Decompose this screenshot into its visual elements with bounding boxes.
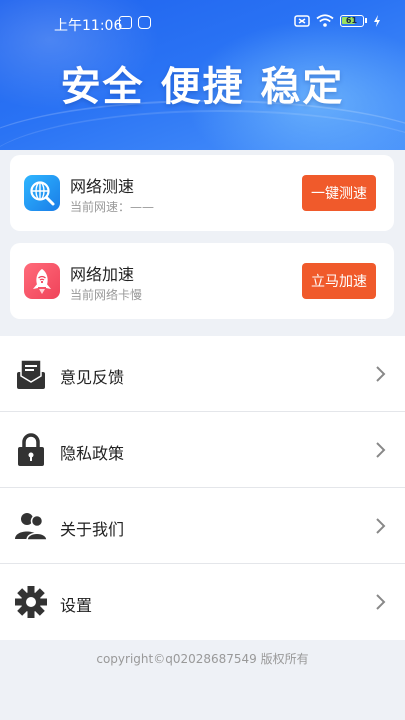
wifi-icon <box>316 14 334 27</box>
status-bar: 上午11:06 61 <box>0 0 405 46</box>
chevron-right-icon <box>376 518 386 534</box>
battery-level: 61 <box>345 15 358 25</box>
notification-app-icon <box>119 16 132 29</box>
status-time: 上午11:06 <box>54 18 123 34</box>
menu-item-about[interactable]: 关于我们 <box>0 488 405 564</box>
battery-icon: 61 <box>340 14 367 27</box>
gear-icon <box>15 586 47 618</box>
menu-item-settings[interactable]: 设置 <box>0 564 405 640</box>
network-status-text: 当前网络卡慢 <box>70 288 143 302</box>
charging-icon <box>374 14 380 27</box>
menu-label-privacy: 隐私政策 <box>60 444 125 463</box>
chevron-right-icon <box>376 366 386 382</box>
settings-menu: 意见反馈 隐私政策 关于我们 设置 <box>0 336 405 640</box>
network-boost-title: 网络加速 <box>70 265 135 284</box>
menu-label-about: 关于我们 <box>60 520 125 539</box>
users-icon <box>15 513 48 541</box>
menu-item-privacy[interactable]: 隐私政策 <box>0 412 405 488</box>
rocket-icon <box>24 263 60 299</box>
current-speed-text: 当前网速：—— <box>70 200 155 214</box>
chevron-right-icon <box>376 442 386 458</box>
menu-label-settings: 设置 <box>60 596 93 615</box>
boost-now-button[interactable]: 立马加速 <box>302 263 376 299</box>
menu-label-feedback: 意见反馈 <box>60 368 125 387</box>
speed-test-title: 网络测速 <box>70 177 135 196</box>
hero-title: 安全 便捷 稳定 <box>60 64 345 110</box>
chevron-right-icon <box>376 594 386 610</box>
network-boost-card: 网络加速 当前网络卡慢 立马加速 <box>10 243 394 319</box>
menu-item-feedback[interactable]: 意见反馈 <box>0 336 405 412</box>
feedback-icon <box>17 359 45 389</box>
shield-notification-icon <box>138 16 151 29</box>
speed-test-icon <box>24 175 60 211</box>
speed-test-card: 网络测速 当前网速：—— 一键测速 <box>10 155 394 231</box>
no-sim-icon <box>294 14 310 27</box>
lock-icon <box>18 433 44 466</box>
copyright-footer: copyright©q02028687549 版权所有 <box>96 652 309 666</box>
one-click-speed-test-button[interactable]: 一键测速 <box>302 175 376 211</box>
